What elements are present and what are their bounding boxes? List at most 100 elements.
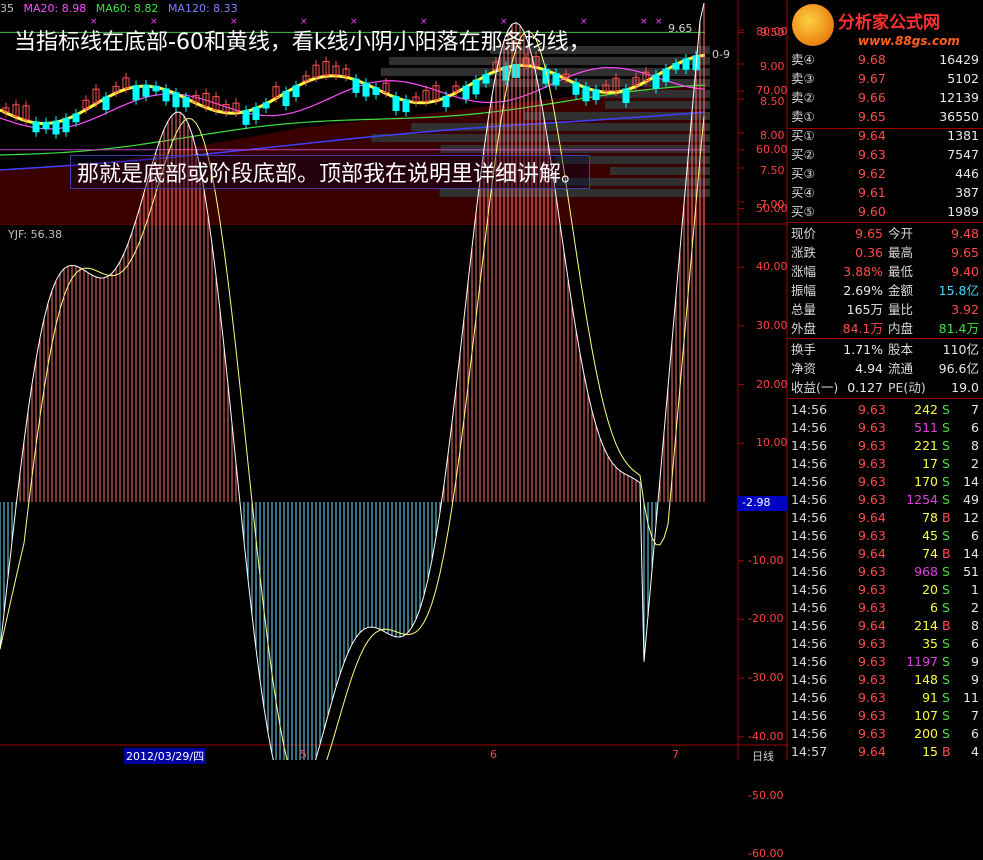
indicator-tick-label: 20.00 (756, 377, 788, 391)
tick-volume: 17 (922, 456, 938, 471)
tick-side: S (942, 420, 950, 435)
candle-body (622, 88, 630, 103)
tick-price: 9.63 (858, 690, 886, 705)
candle-body (292, 85, 300, 98)
fund-label: 收益(一) (791, 380, 839, 395)
quote-value: 165万 (846, 302, 883, 317)
tick-count: 7 (971, 402, 979, 417)
fund-row: 换手 1.71% 股本 110亿 (788, 340, 983, 359)
tick-row[interactable]: 14:56 9.63 35 S 6 (788, 635, 983, 653)
top-marker: × (640, 17, 648, 27)
candle-body (392, 96, 400, 112)
tick-price: 9.63 (858, 582, 886, 597)
tick-time: 14:56 (791, 438, 828, 453)
tick-volume: 78 (922, 510, 938, 525)
ask-row[interactable]: 卖③ 9.67 5102 (788, 69, 983, 88)
logo-mark-icon (792, 4, 834, 46)
tick-row[interactable]: 14:56 9.63 511 S 6 (788, 419, 983, 437)
top-marker: × (655, 17, 663, 27)
tick-price: 9.63 (858, 564, 886, 579)
fund-value: 19.0 (951, 380, 979, 395)
tick-row[interactable]: 14:56 9.64 74 B 14 (788, 545, 983, 563)
tick-side: S (942, 528, 950, 543)
tick-row[interactable]: 14:56 9.63 968 S 51 (788, 563, 983, 581)
bid-row[interactable]: 买⑤ 9.60 1989 (788, 202, 983, 221)
tick-side: S (942, 456, 950, 471)
fund-value: 96.6亿 (938, 361, 979, 376)
tick-side: B (942, 618, 951, 633)
tick-row[interactable]: 14:56 9.63 17 S 2 (788, 455, 983, 473)
tick-volume: 91 (922, 690, 938, 705)
tick-price: 9.63 (858, 492, 886, 507)
tick-volume: 170 (914, 474, 938, 489)
bid-volume: 387 (955, 185, 979, 200)
tick-count: 7 (971, 708, 979, 723)
tick-row[interactable]: 14:56 9.63 107 S 7 (788, 707, 983, 725)
month-6-label: 6 (490, 748, 497, 761)
bid-price: 9.62 (858, 166, 886, 181)
quote-row: 涨幅 3.88% 最低 9.40 (788, 262, 983, 281)
ask-row[interactable]: 卖① 9.65 36550 (788, 107, 983, 126)
tick-row[interactable]: 14:56 9.63 20 S 1 (788, 581, 983, 599)
quote-row: 总量 165万 量比 3.92 (788, 300, 983, 319)
quote-label: 最低 (888, 264, 914, 279)
tick-row[interactable]: 14:56 9.63 1254 S 49 (788, 491, 983, 509)
candle-body (652, 74, 660, 90)
bid-row[interactable]: 买④ 9.61 387 (788, 183, 983, 202)
tick-row[interactable]: 14:56 9.64 214 B 8 (788, 617, 983, 635)
tick-time: 14:56 (791, 582, 828, 597)
quote-value: 81.4万 (938, 321, 979, 336)
period-label[interactable]: 日线 (752, 748, 774, 764)
quote-row: 振幅 2.69% 金额 15.8亿 (788, 281, 983, 300)
tick-side: S (942, 474, 950, 489)
bid-row[interactable]: 买① 9.64 1381 (788, 126, 983, 145)
candle-body (132, 85, 140, 101)
tick-side: S (942, 708, 950, 723)
chart-area[interactable]: × × × × × × × × × × (0, 0, 788, 760)
fund-label: 净资 (791, 361, 817, 376)
tick-volume: 968 (914, 564, 938, 579)
indicator-tick-label: -40.00 (748, 729, 784, 743)
tick-price: 9.63 (858, 708, 886, 723)
ask-row[interactable]: 卖② 9.66 12139 (788, 88, 983, 107)
price-tick-label: 7.50 (760, 164, 785, 177)
tick-count: 14 (963, 546, 979, 561)
candle-body (372, 87, 380, 96)
ask-label: 卖③ (791, 71, 815, 86)
candle-body (182, 96, 190, 108)
quote-row: 外盘 84.1万 内盘 81.4万 (788, 319, 983, 338)
candle-body (62, 117, 70, 133)
price-legend: 35 MA20: 8.98 MA60: 8.82 MA120: 8.33 (0, 2, 238, 15)
bid-row[interactable]: 买② 9.63 7547 (788, 145, 983, 164)
indicator-tick-label: 10.00 (756, 436, 788, 450)
tick-row[interactable]: 14:56 9.63 221 S 8 (788, 437, 983, 455)
quote-value: 9.65 (855, 226, 883, 241)
volume-profile-bar (609, 167, 710, 175)
tick-count: 4 (971, 744, 979, 759)
candle-body (582, 86, 590, 102)
indicator-tick-label: 80.00 (756, 25, 788, 39)
tick-row[interactable]: 14:57 9.64 15 B 4 (788, 743, 983, 761)
month-7-label: 7 (672, 748, 679, 761)
quote-label: 外盘 (791, 321, 817, 336)
legend-prefix: 35 (0, 2, 14, 15)
tick-row[interactable]: 14:56 9.63 200 S 6 (788, 725, 983, 743)
tick-row[interactable]: 14:56 9.63 91 S 11 (788, 689, 983, 707)
candle-body (402, 99, 410, 113)
tick-row[interactable]: 14:56 9.63 170 S 14 (788, 473, 983, 491)
tick-price: 9.63 (858, 672, 886, 687)
tick-row[interactable]: 14:56 9.63 242 S 7 (788, 401, 983, 419)
bid-label: 买⑤ (791, 204, 815, 219)
bid-row[interactable]: 买③ 9.62 446 (788, 164, 983, 183)
tick-row[interactable]: 14:56 9.63 1197 S 9 (788, 653, 983, 671)
tick-row[interactable]: 14:56 9.63 6 S 2 (788, 599, 983, 617)
indicator-tick-label: -30.00 (748, 671, 784, 685)
fund-value: 0.127 (847, 380, 883, 395)
tick-row[interactable]: 14:56 9.64 78 B 12 (788, 509, 983, 527)
quote-divider (788, 222, 983, 223)
ask-row[interactable]: 卖④ 9.68 16429 (788, 50, 983, 69)
logo: 分析家公式网 www.88gs.com (788, 0, 983, 54)
tick-count: 6 (971, 528, 979, 543)
tick-row[interactable]: 14:56 9.63 148 S 9 (788, 671, 983, 689)
tick-row[interactable]: 14:56 9.63 45 S 6 (788, 527, 983, 545)
